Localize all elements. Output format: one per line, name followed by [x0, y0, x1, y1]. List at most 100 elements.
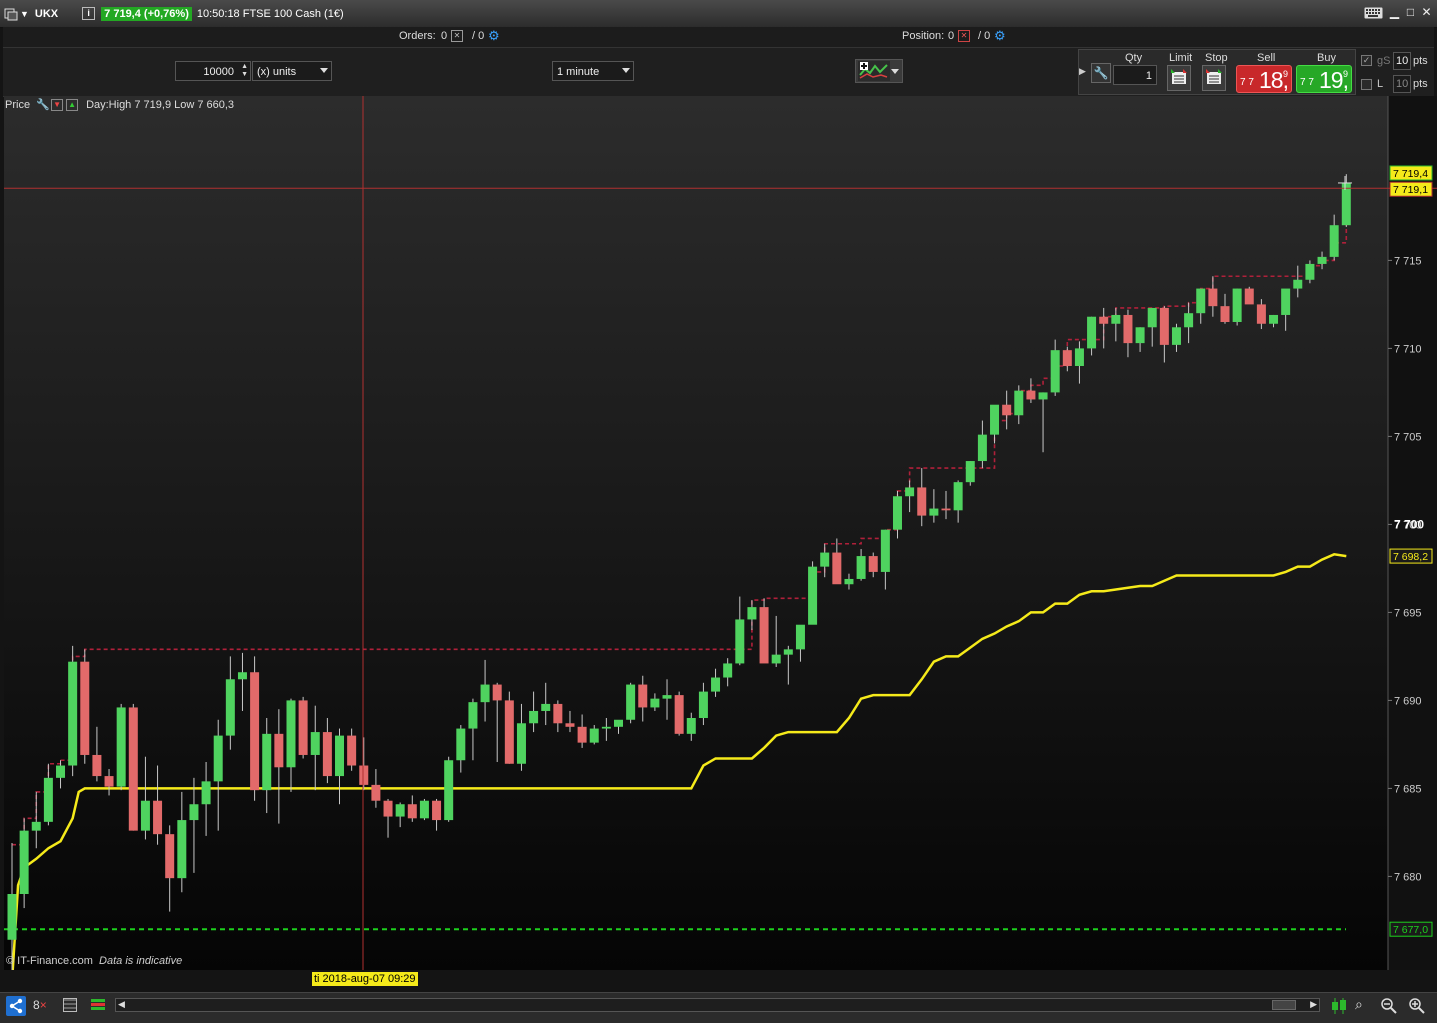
panel-wrench-icon[interactable]: 🔧: [36, 99, 50, 111]
chart-canvas[interactable]: 7 680 7 685 7 690 7 695 7 700 7 705 7 710 7 715…: [0, 96, 1437, 970]
candle-body-up: [419, 800, 429, 819]
quantity-value: 10000: [203, 66, 234, 78]
position-pending: / 0: [978, 30, 991, 42]
orders-count: 0: [441, 30, 448, 42]
pts1-value: 10: [1396, 55, 1409, 67]
units-select-value: (x) units: [257, 66, 297, 78]
order-book-icon[interactable]: [90, 997, 106, 1016]
panel-down-icon[interactable]: ▼: [51, 99, 64, 111]
candle-body-down: [1244, 288, 1254, 305]
pts-input-2[interactable]: 10: [1393, 75, 1411, 93]
candle-body-down: [1099, 316, 1109, 324]
zoom-in-icon[interactable]: [1408, 997, 1426, 1018]
scrollbar-thumb[interactable]: [1272, 1000, 1296, 1010]
candle-body-down: [359, 765, 369, 785]
close-button[interactable]: ✕: [1419, 5, 1434, 20]
candle-body-down: [104, 776, 114, 787]
candle-body-up: [1038, 392, 1048, 400]
candle-body-down: [553, 703, 563, 724]
candle-body-up: [177, 820, 187, 879]
candle-body-up: [844, 578, 854, 585]
buy-label: Buy: [1317, 52, 1336, 64]
maximize-button[interactable]: □: [1403, 5, 1418, 20]
candle-body-up: [1341, 182, 1351, 226]
candle: [808, 561, 818, 625]
candle-body-up: [771, 654, 781, 664]
candle-style-icon[interactable]: [1330, 996, 1348, 1019]
zoom-out-icon[interactable]: [1380, 997, 1398, 1018]
candle-body-up: [1135, 327, 1145, 344]
orders-settings-icon[interactable]: ⚙: [488, 28, 500, 44]
y-tick-label: 7 705: [1394, 431, 1422, 443]
stop-label: Stop: [1205, 52, 1228, 64]
candle: [759, 598, 769, 664]
qty-input[interactable]: 1: [1113, 65, 1157, 85]
keyboard-icon[interactable]: [1364, 6, 1384, 23]
candle-body-down: [274, 733, 284, 768]
minimize-button[interactable]: ▁: [1387, 5, 1402, 20]
horizontal-scrollbar[interactable]: ◀ ▶: [115, 998, 1320, 1012]
scroll-left-icon[interactable]: ◀: [118, 999, 125, 1010]
timeframe-select-value: 1 minute: [557, 66, 600, 78]
share-icon[interactable]: [6, 996, 26, 1016]
symbol-dropdown-icon[interactable]: ▼: [20, 9, 29, 19]
candle-body-up: [990, 404, 1000, 435]
plot-background: [4, 96, 1388, 970]
wrench-icon[interactable]: 🔧: [1091, 63, 1111, 83]
stepper-arrows-icon[interactable]: ▲ ▼: [241, 63, 248, 79]
candle-body-up: [880, 529, 890, 572]
quantity-stepper[interactable]: 10000 ▲ ▼: [175, 61, 251, 81]
buy-price-fraction: 9: [1342, 69, 1348, 79]
cancel-orders-icon[interactable]: ✕: [451, 30, 463, 42]
chevron-down-icon: [320, 68, 328, 73]
stop-order-button[interactable]: [1202, 65, 1226, 91]
gs-checkbox[interactable]: ✓: [1361, 55, 1372, 66]
candle-body-up: [1147, 307, 1157, 328]
l-checkbox[interactable]: [1361, 79, 1372, 90]
candle-body-down: [407, 804, 417, 819]
limit-order-button[interactable]: [1167, 65, 1191, 91]
add-indicator-button[interactable]: [855, 59, 903, 83]
chevron-down-icon: [622, 68, 630, 73]
watermark-brand: © IT-Finance.com: [6, 955, 93, 967]
scroll-right-icon[interactable]: ▶: [1310, 999, 1317, 1010]
candle-body-up: [43, 777, 53, 822]
candle: [965, 461, 975, 486]
y-label-text: 7 719,1: [1393, 184, 1428, 196]
zoom-fit-icon[interactable]: ⌕: [1355, 996, 1363, 1013]
units-select[interactable]: (x) units: [252, 61, 332, 81]
timeframe-select[interactable]: 1 minute: [552, 61, 634, 81]
position-settings-icon[interactable]: ⚙: [994, 28, 1006, 44]
expand-panel-icon[interactable]: ▶: [1079, 66, 1086, 77]
candle-body-up: [662, 695, 672, 699]
pts2-value: 10: [1396, 78, 1409, 90]
candle-body-up: [711, 677, 721, 692]
candle-body-up: [783, 649, 793, 655]
price-panel-label: Price: [5, 99, 31, 111]
candle-body-up: [1317, 256, 1327, 264]
candle-body-up: [1232, 288, 1242, 322]
qty-value: 1: [1145, 70, 1152, 82]
close-position-icon[interactable]: ✕: [958, 30, 970, 42]
info-icon[interactable]: i: [82, 7, 96, 20]
candle-body-up: [977, 434, 987, 462]
window-titlebar: ▼ UKX i 7 719,4 (+0,76%) 10:50:18 FTSE 1…: [0, 0, 1437, 28]
candle-body-down: [432, 800, 442, 821]
candle-body-up: [1171, 327, 1181, 345]
table-icon[interactable]: [63, 998, 77, 1012]
symbol-label[interactable]: UKX: [35, 8, 58, 20]
stop-order-icon: [1206, 69, 1222, 84]
candle-body-up: [650, 698, 660, 708]
candle-body-up: [1196, 288, 1206, 314]
sell-button[interactable]: 7 7 18, 9: [1236, 65, 1292, 93]
buy-button[interactable]: 7 7 19, 9: [1296, 65, 1352, 93]
pts-input-1[interactable]: 10: [1393, 52, 1411, 70]
indicator-icon[interactable]: 8×: [33, 998, 47, 1012]
candle-body-up: [225, 679, 235, 736]
candle-body-down: [759, 607, 769, 664]
price-chart[interactable]: 7 680 7 685 7 690 7 695 7 700 7 705 7 710 7 715…: [0, 96, 1437, 970]
candle-body-down: [577, 726, 587, 743]
window-menu-icon[interactable]: [4, 7, 18, 21]
panel-up-icon[interactable]: ▲: [66, 99, 79, 111]
sell-price-prefix: 7 7: [1240, 77, 1254, 88]
